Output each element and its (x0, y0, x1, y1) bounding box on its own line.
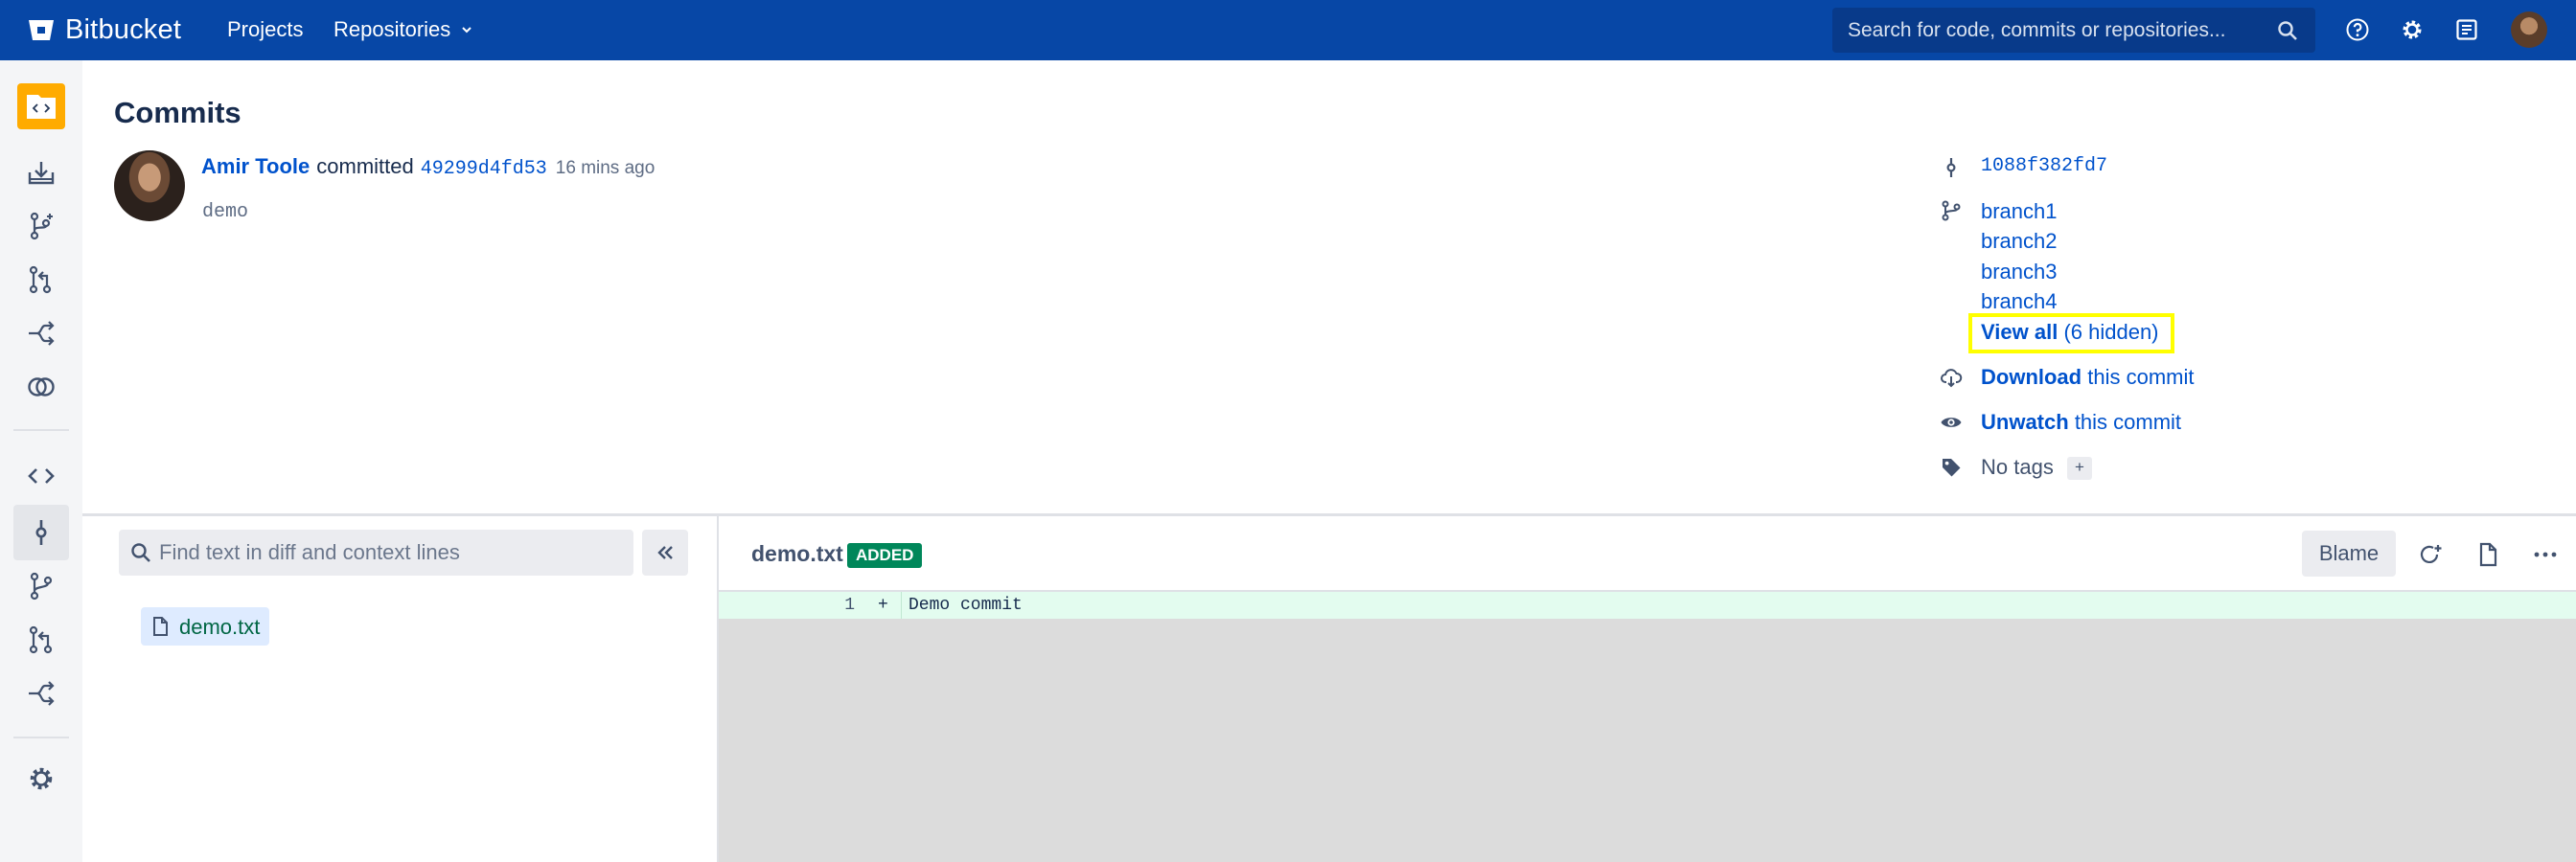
unwatch-commit-link[interactable]: Unwatch this commit (1981, 410, 2181, 435)
source-icon[interactable] (26, 461, 57, 491)
commit-summary: Amir Toole committed 49299d4fd53 16 mins… (201, 154, 655, 180)
top-navigation: Bitbucket Projects Repositories (0, 0, 2576, 60)
branch-icon (1942, 200, 1961, 221)
line-number[interactable]: 1 (719, 592, 893, 619)
compare-icon[interactable] (26, 372, 57, 402)
tags-row: No tags + (1981, 455, 2092, 481)
eye-icon (1941, 418, 1962, 427)
file-tree-item[interactable]: demo.txt (141, 607, 269, 646)
clone-icon[interactable] (26, 157, 57, 188)
view-all-label: View all (1981, 320, 2058, 344)
diff-filter (119, 530, 633, 576)
page-title: Commits (114, 96, 242, 129)
user-avatar[interactable] (2511, 11, 2547, 48)
comment-add-icon[interactable] (2417, 541, 2444, 568)
view-file-icon[interactable] (2474, 541, 2501, 568)
diff-filename: demo.txt (751, 541, 843, 566)
repository-settings-icon[interactable] (26, 763, 57, 794)
hidden-count: (6 hidden) (2063, 320, 2159, 344)
folder-code-icon (27, 95, 56, 119)
brand-name: Bitbucket (65, 13, 182, 45)
create-pull-request-icon[interactable] (26, 264, 57, 295)
create-branch-icon[interactable] (26, 211, 57, 241)
pull-requests-icon[interactable] (26, 624, 57, 655)
blame-button[interactable]: Blame (2302, 531, 2396, 577)
bitbucket-icon (29, 20, 54, 40)
help-icon[interactable] (2345, 17, 2370, 42)
line-sign: + (878, 596, 888, 615)
branch-link[interactable]: branch1 (1981, 199, 2058, 224)
more-actions-icon[interactable] (2532, 541, 2559, 568)
author-avatar[interactable] (114, 150, 185, 221)
line-code: Demo commit (908, 596, 1023, 615)
nav-projects-link[interactable]: Projects (227, 17, 303, 42)
commit-hash-link[interactable]: 49299d4fd53 (421, 158, 547, 180)
diff-empty-area (719, 619, 2576, 862)
tag-icon (1943, 459, 1961, 477)
search-icon[interactable] (2277, 20, 2298, 41)
diff-filter-input[interactable] (159, 530, 619, 576)
author-name-link[interactable]: Amir Toole (201, 154, 310, 179)
notifications-icon[interactable] (2454, 17, 2479, 42)
branch-link[interactable]: branch2 (1981, 229, 2058, 254)
add-tag-button[interactable]: + (2066, 457, 2092, 481)
fork-icon[interactable] (26, 318, 57, 349)
forks-icon[interactable] (26, 678, 57, 709)
nav-repositories-dropdown[interactable]: Repositories (334, 17, 473, 42)
global-search (1832, 8, 2315, 53)
diff-header: demo.txt ADDED Blame (719, 516, 2576, 592)
branches-icon[interactable] (26, 571, 57, 601)
collapse-sidebar-button[interactable] (642, 530, 688, 576)
diff-added-line: 1 + Demo commit (719, 592, 2576, 619)
nav-repositories-label: Repositories (334, 17, 451, 41)
search-input[interactable] (1848, 8, 2269, 53)
commit-icon (1946, 158, 1956, 177)
view-all-branches-link[interactable]: View all (6 hidden) (1981, 320, 2159, 345)
sidebar-divider (13, 429, 69, 431)
file-tree-item-label: demo.txt (179, 615, 261, 639)
left-sidebar (0, 60, 82, 862)
commits-icon[interactable] (26, 517, 57, 548)
gutter-separator (901, 592, 902, 619)
status-badge: ADDED (847, 543, 923, 568)
download-action: Download (1981, 365, 2082, 389)
commit-message: demo (202, 201, 249, 223)
branch-link[interactable]: branch3 (1981, 260, 2058, 284)
commit-time: 16 mins ago (555, 158, 656, 178)
sidebar-divider (13, 737, 69, 738)
download-commit-link[interactable]: Download this commit (1981, 365, 2194, 390)
diff-panel: demo.txt ADDED Blame 1 + Demo commit (717, 516, 2576, 862)
branch-link[interactable]: branch4 (1981, 289, 2058, 314)
chevron-down-icon (462, 27, 472, 34)
double-chevron-left-icon (657, 546, 673, 559)
committed-label: committed (316, 154, 414, 178)
unwatch-rest: this commit (2074, 410, 2182, 434)
project-avatar[interactable] (17, 83, 65, 129)
unwatch-action: Unwatch (1981, 410, 2069, 434)
settings-icon[interactable] (2400, 17, 2425, 42)
bitbucket-logo[interactable]: Bitbucket (27, 11, 181, 48)
download-rest: this commit (2087, 365, 2195, 389)
no-tags-label: No tags (1981, 455, 2054, 479)
cloud-download-icon (1941, 369, 1963, 388)
search-icon (131, 543, 150, 562)
file-icon (153, 617, 168, 636)
parent-commit-link[interactable]: 1088f382fd7 (1981, 155, 2107, 177)
